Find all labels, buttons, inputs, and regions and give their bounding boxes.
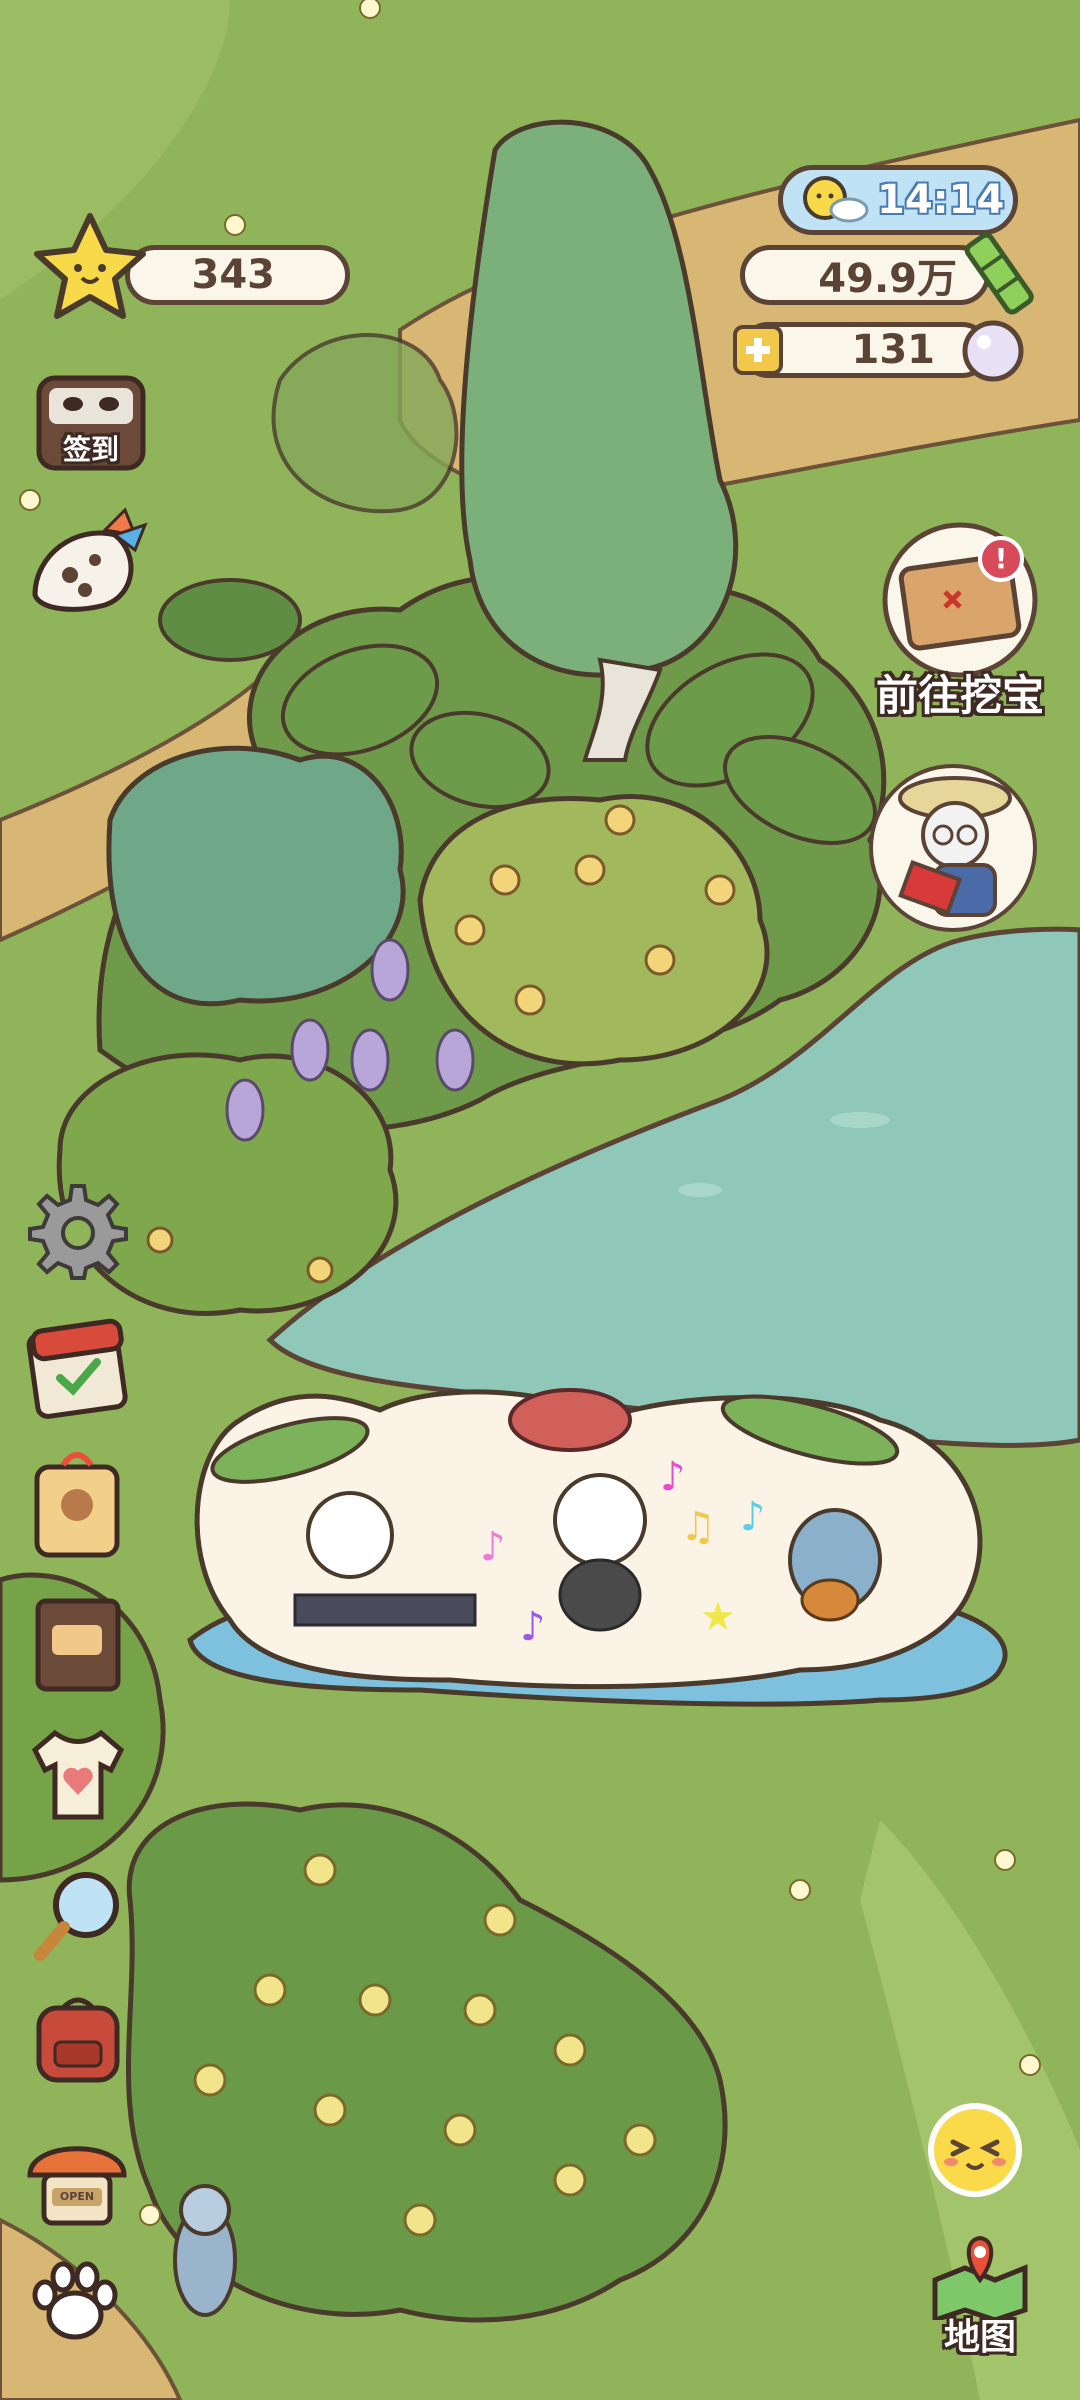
treasure-dig-button[interactable]: ! 前往挖宝 — [860, 522, 1060, 722]
shop-button[interactable]: OPEN — [22, 2120, 132, 2230]
svg-text:♪: ♪ — [660, 1454, 686, 1500]
backpack-icon — [36, 1997, 120, 2083]
bamboo-counter[interactable]: 49.9万 — [740, 245, 990, 305]
surprise-egg-button[interactable] — [25, 505, 150, 615]
svg-text:★: ★ — [700, 1594, 736, 1640]
treasure-map-icon — [882, 522, 1038, 678]
gift-tag-icon — [34, 1452, 120, 1558]
backpack-button[interactable] — [25, 1990, 130, 2090]
settings-button[interactable] — [28, 1180, 128, 1280]
bamboo-amount: 49.9万 — [818, 256, 957, 302]
mushroom-house-icon — [27, 2146, 127, 2226]
alert-badge: ! — [978, 536, 1024, 582]
calendar-check-icon — [26, 1318, 128, 1419]
bamboo-icon — [964, 232, 1034, 315]
magnifier-icon — [34, 1872, 119, 1961]
svg-text:♪: ♪ — [520, 1604, 546, 1650]
add-pearl-button[interactable] — [733, 325, 783, 375]
smiley-face-icon — [928, 2103, 1022, 2197]
recipe-book-button[interactable] — [30, 1595, 125, 1695]
checkin-button[interactable]: 签到 — [35, 372, 147, 472]
svg-text:♪: ♪ — [740, 1494, 766, 1540]
egg-gift-icon — [32, 507, 148, 612]
svg-text:♫: ♫ — [680, 1504, 716, 1550]
search-button[interactable] — [30, 1865, 125, 1965]
emoji-button[interactable] — [925, 2100, 1025, 2200]
svg-text:♪: ♪ — [480, 1524, 506, 1570]
map-pin-icon — [932, 2235, 1028, 2320]
explorer-npc-button[interactable] — [865, 760, 1040, 935]
pearl-icon — [962, 320, 1024, 382]
bag-tag-button[interactable] — [25, 1445, 130, 1560]
plus-icon — [746, 338, 770, 362]
book-icon — [35, 1598, 121, 1692]
star-counter[interactable]: 343 — [125, 245, 350, 305]
time-text: 14:14 — [877, 177, 1005, 223]
tshirt-icon — [31, 1729, 125, 1820]
map-button[interactable]: 地图 — [925, 2230, 1035, 2358]
calendar-task-button[interactable] — [25, 1310, 130, 1420]
map-label: 地图 — [943, 2317, 1016, 2358]
checkin-label: 签到 — [62, 433, 119, 466]
paw-icon — [32, 2261, 118, 2340]
shop-sign-text: OPEN — [59, 2190, 95, 2203]
pearl-amount: 131 — [851, 327, 936, 373]
gear-icon — [28, 1184, 128, 1280]
sun-cloud-icon — [803, 176, 869, 223]
star-count: 343 — [191, 252, 276, 298]
wardrobe-button[interactable] — [25, 1725, 130, 1825]
explorer-character-icon — [869, 764, 1037, 932]
star-icon — [34, 213, 146, 319]
paw-button[interactable] — [25, 2255, 125, 2350]
treasure-label: 前往挖宝 — [875, 671, 1044, 720]
